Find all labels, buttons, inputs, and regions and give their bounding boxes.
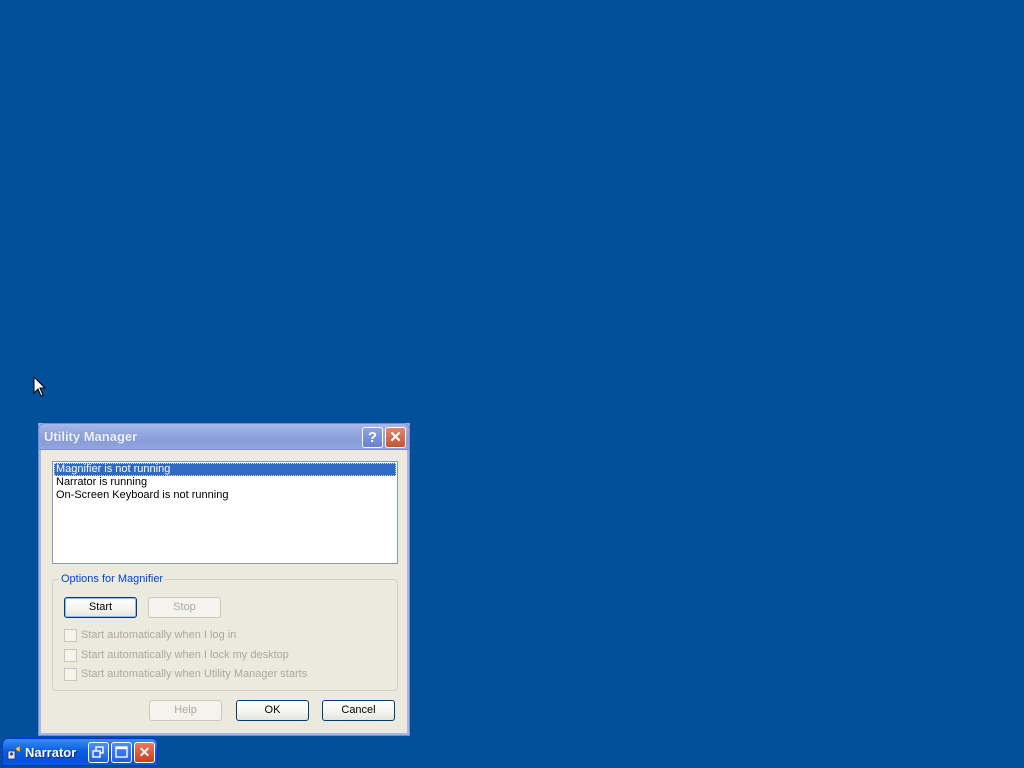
close-icon[interactable]: ✕	[385, 427, 406, 448]
start-on-lock-checkbox[interactable]	[64, 649, 77, 662]
list-item-magnifier[interactable]: Magnifier is not running	[54, 463, 396, 476]
cancel-button[interactable]: Cancel	[322, 700, 395, 721]
utility-manager-dialog: Utility Manager ? ✕ Magnifier is not run…	[38, 423, 410, 736]
options-group-legend: Options for Magnifier	[59, 573, 166, 585]
help-button[interactable]: Help	[149, 700, 222, 721]
start-on-login-checkbox[interactable]	[64, 629, 77, 642]
ok-button[interactable]: OK	[236, 700, 309, 721]
stop-button[interactable]: Stop	[148, 597, 221, 618]
list-item-narrator[interactable]: Narrator is running	[54, 476, 396, 489]
mouse-pointer-icon	[33, 376, 47, 397]
start-on-lock-label: Start automatically when I lock my deskt…	[81, 649, 289, 661]
help-icon[interactable]: ?	[362, 427, 383, 448]
narrator-app-icon	[7, 745, 21, 760]
narrator-window-title: Narrator	[25, 745, 77, 760]
start-with-utility-manager-label: Start automatically when Utility Manager…	[81, 668, 308, 680]
utility-list[interactable]: Magnifier is not running Narrator is run…	[52, 461, 398, 564]
start-on-login-label: Start automatically when I log in	[81, 629, 237, 641]
narrator-close-icon[interactable]: ✕	[134, 742, 155, 763]
maximize-icon[interactable]	[111, 742, 132, 763]
options-groupbox: Options for Magnifier Start Stop Start a…	[52, 573, 398, 691]
dialog-title: Utility Manager	[44, 429, 138, 444]
start-with-utility-manager-checkbox[interactable]	[64, 668, 77, 681]
list-item-on-screen-keyboard[interactable]: On-Screen Keyboard is not running	[54, 489, 396, 502]
narrator-minimized-window[interactable]: Narrator ✕	[2, 738, 158, 766]
start-button[interactable]: Start	[64, 597, 137, 618]
restore-icon[interactable]	[88, 742, 109, 763]
dialog-titlebar[interactable]: Utility Manager ? ✕	[38, 423, 410, 450]
